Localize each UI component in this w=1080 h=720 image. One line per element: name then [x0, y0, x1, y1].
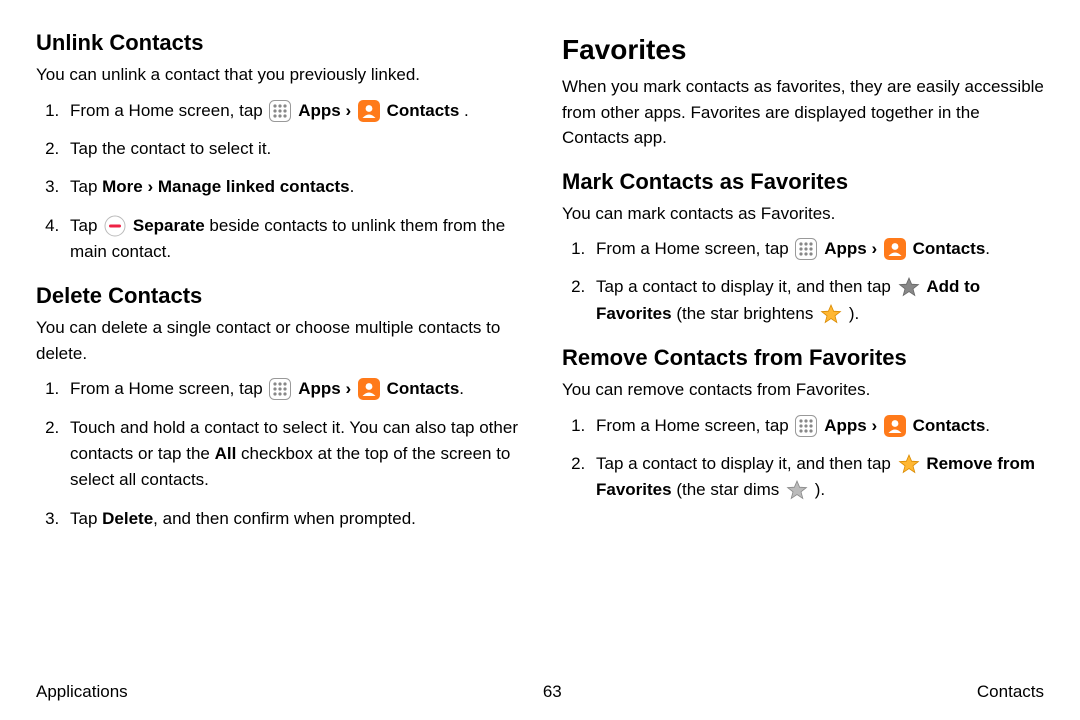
heading-remove-favorites: Remove Contacts from Favorites: [562, 345, 1044, 371]
delete-step-3: Tap Delete, and then confirm when prompt…: [64, 506, 518, 532]
delete-step-2: Touch and hold a contact to select it. Y…: [64, 415, 518, 494]
heading-unlink-contacts: Unlink Contacts: [36, 30, 518, 56]
intro-unlink: You can unlink a contact that you previo…: [36, 62, 518, 88]
steps-remove: From a Home screen, tap Apps › Contacts.…: [562, 413, 1044, 504]
remove-step-2: Tap a contact to display it, and then ta…: [590, 451, 1044, 504]
intro-remove: You can remove contacts from Favorites.: [562, 377, 1044, 403]
page-footer: Applications 63 Contacts: [36, 682, 1044, 702]
mark-step-2: Tap a contact to display it, and then ta…: [590, 274, 1044, 327]
remove-step-1: From a Home screen, tap Apps › Contacts.: [590, 413, 1044, 439]
intro-delete: You can delete a single contact or choos…: [36, 315, 518, 366]
star-bright-icon: [820, 303, 842, 325]
unlink-step-2: Tap the contact to select it.: [64, 136, 518, 162]
heading-favorites: Favorites: [562, 34, 1044, 66]
footer-right: Contacts: [977, 682, 1044, 702]
unlink-step-1: From a Home screen, tap Apps › Contacts …: [64, 98, 518, 124]
steps-delete: From a Home screen, tap Apps › Contacts.…: [36, 376, 518, 532]
apps-icon: [795, 238, 817, 260]
mark-step-1: From a Home screen, tap Apps › Contacts.: [590, 236, 1044, 262]
separate-icon: [104, 215, 126, 237]
page-body: Unlink Contacts You can unlink a contact…: [0, 0, 1080, 546]
heading-delete-contacts: Delete Contacts: [36, 283, 518, 309]
apps-icon: [269, 100, 291, 122]
contacts-icon: [884, 238, 906, 260]
unlink-step-3: Tap More › Manage linked contacts.: [64, 174, 518, 200]
steps-unlink: From a Home screen, tap Apps › Contacts …: [36, 98, 518, 266]
star-bright-icon: [898, 453, 920, 475]
steps-mark: From a Home screen, tap Apps › Contacts.…: [562, 236, 1044, 327]
contacts-icon: [358, 378, 380, 400]
left-column: Unlink Contacts You can unlink a contact…: [36, 30, 518, 546]
intro-mark: You can mark contacts as Favorites.: [562, 201, 1044, 227]
footer-page-number: 63: [543, 682, 562, 702]
footer-left: Applications: [36, 682, 128, 702]
apps-icon: [269, 378, 291, 400]
star-outline-icon: [898, 276, 920, 298]
star-dim-icon: [786, 479, 808, 501]
delete-step-1: From a Home screen, tap Apps › Contacts.: [64, 376, 518, 402]
right-column: Favorites When you mark contacts as favo…: [562, 30, 1044, 546]
contacts-icon: [884, 415, 906, 437]
contacts-icon: [358, 100, 380, 122]
apps-icon: [795, 415, 817, 437]
heading-mark-favorites: Mark Contacts as Favorites: [562, 169, 1044, 195]
intro-favorites: When you mark contacts as favorites, the…: [562, 74, 1044, 151]
unlink-step-4: Tap Separate beside contacts to unlink t…: [64, 213, 518, 266]
